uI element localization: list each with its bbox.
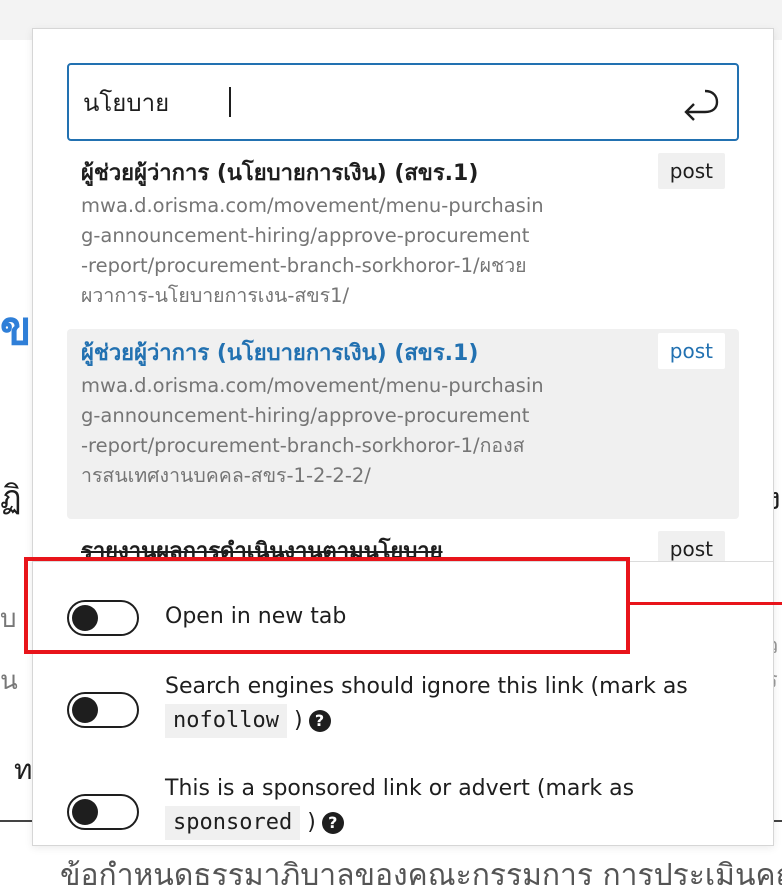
background-paragraph-fragment: ข้อกำหนดธรรมาภิบาลของคณะกรรมการ การประเม… [60,858,782,885]
search-result-item-selected[interactable]: ผู้ช่วยผู้ว่าการ (นโยบายการเงิน) (สขร.1)… [67,329,739,519]
result-url-line: mwa.d.orisma.com/movement/menu-purchasin [81,194,544,217]
nofollow-label: Search engines should ignore this link (… [165,670,745,738]
sponsored-code: sponsored [165,806,301,840]
result-url-line: -report/procurement-branch-sorkhoror-1/ผ… [81,254,527,277]
nofollow-label-text: Search engines should ignore this link (… [165,674,688,699]
nofollow-toggle[interactable] [67,692,139,728]
result-url-line: ผวาการ-นโยบายการเงน-สขร1/ [81,284,350,307]
result-type-badge: post [657,153,725,189]
result-url-line: ารสนเทศงานบคคล-สขร-1-2-2-2/ [81,464,371,487]
link-control-popover: ผู้ช่วยผู้ว่าการ (นโยบายการเงิน) (สขร.1)… [32,28,774,846]
result-url-line: g-announcement-hiring/approve-procuremen… [81,404,530,427]
background-text-fragment: น [0,666,18,696]
nofollow-label-close: ) [293,708,303,733]
annotation-highlight-box [24,557,630,654]
nofollow-code: nofollow [165,704,287,738]
search-result-item[interactable]: ผู้ช่วยผู้ว่าการ (นโยบายการเงิน) (สขร.1)… [67,149,739,327]
background-heading-fragment: ข [0,301,30,352]
help-icon[interactable]: ? [321,812,344,834]
result-url-line: -report/procurement-branch-sorkhoror-1/ก… [81,434,525,457]
sponsored-label-close: ) [307,810,316,835]
sponsored-label-text: This is a sponsored link or advert (mark… [165,776,635,801]
enter-return-icon[interactable] [681,85,721,121]
result-type-badge: post [657,333,725,369]
background-text-fragment: ฏิ [0,478,22,516]
nofollow-setting: Search engines should ignore this link (… [33,662,773,752]
toggle-knob [72,799,98,825]
link-search-input[interactable] [83,75,663,129]
annotation-pointer-line [628,602,782,605]
background-text-fragment: ท [14,753,33,786]
result-title: ผู้ช่วยผู้ว่าการ (นโยบายการเงิน) (สขร.1) [81,341,479,366]
toggle-knob [72,697,98,723]
result-title: ผู้ช่วยผู้ว่าการ (นโยบายการเงิน) (สขร.1) [81,161,479,186]
background-divider [0,820,32,822]
sponsored-setting: This is a sponsored link or advert (mark… [33,758,773,845]
link-search-box[interactable] [67,63,739,141]
result-url-line: g-announcement-hiring/approve-procuremen… [81,224,530,247]
sponsored-label: This is a sponsored link or advert (mark… [165,772,745,840]
help-icon[interactable]: ? [308,710,331,732]
sponsored-toggle[interactable] [67,794,139,830]
result-url: mwa.d.orisma.com/movement/menu-purchasin… [81,191,641,311]
text-caret [229,87,231,117]
search-results-list: ผู้ช่วยผู้ว่าการ (นโยบายการเงิน) (สขร.1)… [67,149,739,569]
result-url: mwa.d.orisma.com/movement/menu-purchasin… [81,371,641,491]
result-url-line: mwa.d.orisma.com/movement/menu-purchasin [81,374,544,397]
